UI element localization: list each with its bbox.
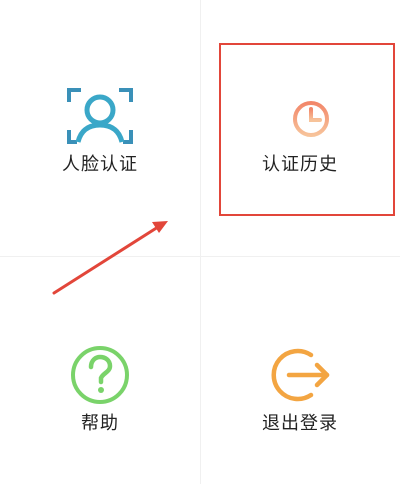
menu-grid: 人脸认证 认证历史 帮助 退出登录: [0, 0, 400, 484]
question-circle-icon: [65, 345, 135, 405]
logout-arrow-icon: [265, 345, 335, 405]
horizontal-divider: [0, 256, 400, 257]
highlight-box: [219, 43, 395, 216]
logout-button[interactable]: 退出登录: [200, 340, 400, 450]
face-auth-button[interactable]: 人脸认证: [0, 80, 200, 190]
logout-label: 退出登录: [262, 413, 338, 434]
help-button[interactable]: 帮助: [0, 340, 200, 450]
face-auth-label: 人脸认证: [62, 154, 138, 175]
help-label: 帮助: [81, 413, 119, 434]
face-scan-icon: [65, 86, 135, 146]
